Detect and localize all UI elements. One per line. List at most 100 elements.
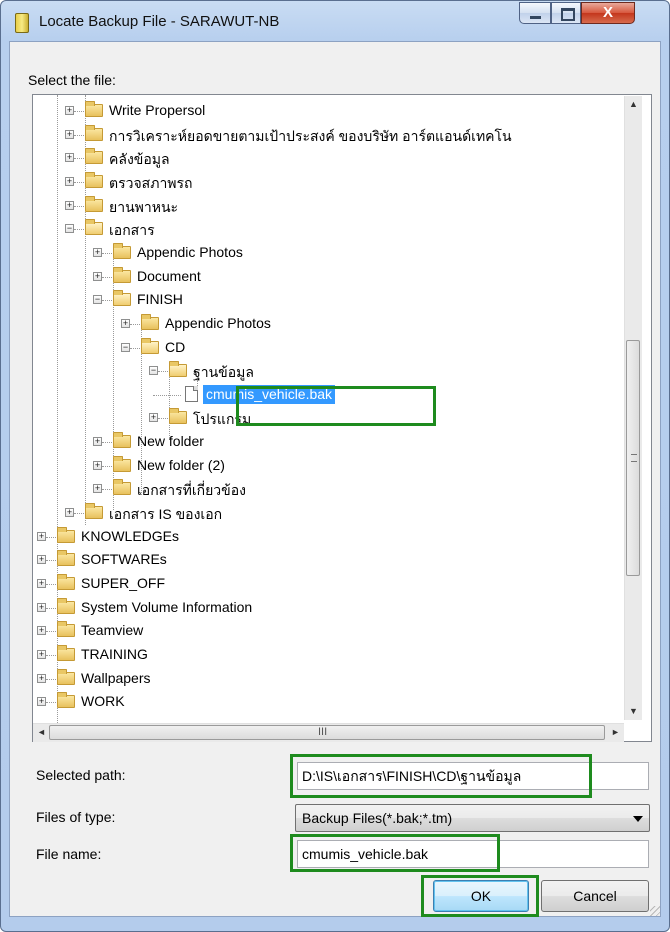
- maximize-icon: [561, 8, 575, 21]
- minimize-button[interactable]: [519, 2, 551, 24]
- files-of-type-select[interactable]: Backup Files(*.bak;*.tm): [295, 804, 650, 832]
- expand-icon[interactable]: +: [37, 673, 46, 683]
- scroll-left-icon[interactable]: ◄: [33, 724, 50, 741]
- horizontal-grip-icon: III: [318, 726, 328, 738]
- expand-icon[interactable]: +: [37, 531, 46, 541]
- files-of-type-value: Backup Files(*.bak;*.tm): [302, 810, 453, 826]
- resize-grip[interactable]: [650, 906, 660, 916]
- expand-icon[interactable]: +: [37, 626, 46, 636]
- expand-icon[interactable]: +: [149, 413, 158, 423]
- tree-connector: [74, 111, 84, 112]
- tree-connector: [102, 489, 112, 491]
- folder-icon: [85, 195, 103, 212]
- file-tree[interactable]: + Write Propersol + การวิเคราะห์ยอดขายตามเป…: [32, 94, 652, 742]
- file-name-label: File name:: [36, 846, 102, 862]
- selected-path-field[interactable]: D:\IS\เอกสาร\FINISH\CD\ฐานข้อมูล: [297, 762, 649, 790]
- folder-icon: [113, 242, 131, 259]
- folder-open-icon: [141, 337, 159, 354]
- tree-node-label: SUPER_OFF: [81, 575, 166, 591]
- tree-node-label: ยานพาหนะ: [109, 198, 179, 215]
- tree-node-label: Write Propersol: [109, 102, 206, 118]
- horizontal-scroll-thumb[interactable]: III: [49, 725, 605, 740]
- tree-connector: [46, 607, 56, 609]
- tree-node-label: เอกสาร: [109, 222, 155, 239]
- tree-connector: [102, 442, 112, 444]
- expand-icon[interactable]: +: [65, 200, 74, 210]
- close-button[interactable]: X: [581, 2, 635, 24]
- expand-icon[interactable]: +: [65, 129, 74, 139]
- folder-icon: [113, 266, 131, 283]
- expand-icon[interactable]: +: [37, 649, 46, 659]
- folder-icon: [57, 692, 75, 709]
- folder-open-icon: [113, 290, 131, 307]
- tree-connector: [46, 584, 56, 585]
- expand-icon[interactable]: +: [93, 271, 102, 281]
- folder-icon: [57, 526, 75, 543]
- tree-node-label: TRAINING: [81, 645, 148, 662]
- ok-button[interactable]: OK: [433, 880, 529, 912]
- tree-node-label: SOFTWAREs: [81, 551, 167, 568]
- maximize-button[interactable]: [551, 2, 581, 24]
- expand-icon[interactable]: +: [121, 318, 130, 328]
- tree-node-label: โปรแกรม: [193, 411, 252, 428]
- folder-icon: [141, 313, 159, 330]
- expand-icon[interactable]: +: [65, 153, 74, 163]
- tree-node-label[interactable]: cmumis_vehicle.bak: [203, 384, 336, 404]
- scroll-up-icon[interactable]: ▲: [625, 96, 642, 113]
- folder-icon: [57, 621, 75, 638]
- tree-node-label: Appendic Photos: [137, 243, 243, 260]
- tree-node-label: เอกสาร IS ของเอก: [109, 506, 223, 523]
- tree-node-label: Wallpapers: [81, 669, 151, 686]
- tree-node-label: เอกสารที่เกี่ยวข้อง: [137, 482, 246, 499]
- folder-icon: [85, 171, 103, 188]
- tree-connector: [158, 418, 168, 420]
- tree-node-label: Teamview: [81, 622, 144, 639]
- collapse-icon[interactable]: −: [121, 342, 130, 352]
- scroll-right-icon[interactable]: ►: [607, 724, 624, 741]
- expand-icon[interactable]: +: [37, 555, 46, 565]
- tree-connector: [130, 347, 140, 349]
- expand-icon[interactable]: +: [93, 484, 102, 494]
- vertical-scrollbar[interactable]: ▲ ▼: [624, 96, 642, 720]
- expand-icon[interactable]: +: [37, 602, 46, 612]
- vertical-scroll-thumb[interactable]: [626, 340, 640, 576]
- file-icon: [185, 385, 198, 402]
- folder-icon: [57, 597, 75, 614]
- expand-icon[interactable]: +: [93, 437, 102, 447]
- expand-icon[interactable]: +: [37, 579, 46, 588]
- tree-node-label: Document: [137, 267, 201, 284]
- title-bar[interactable]: Locate Backup File - SARAWUT-NB X: [1, 1, 669, 41]
- scroll-down-icon[interactable]: ▼: [625, 703, 642, 720]
- cancel-button[interactable]: Cancel: [541, 880, 649, 912]
- grip-icon: [631, 454, 637, 462]
- folder-icon: [85, 124, 103, 141]
- tree-node-label: CD: [165, 338, 186, 355]
- tree-node-label: ตรวจสภาพรถ: [109, 174, 193, 191]
- collapse-icon[interactable]: −: [149, 366, 158, 376]
- folder-icon: [85, 503, 103, 520]
- expand-icon[interactable]: +: [65, 106, 74, 115]
- horizontal-scrollbar[interactable]: ◄ III ►: [33, 723, 624, 742]
- tree-node-label: New folder: [137, 433, 204, 450]
- tree-node-label: System Volume Information: [81, 598, 253, 615]
- window-title: Locate Backup File - SARAWUT-NB: [39, 13, 280, 30]
- collapse-icon[interactable]: −: [93, 295, 102, 305]
- folder-icon: [169, 408, 187, 425]
- tree-node-label: Appendic Photos: [165, 314, 271, 331]
- expand-icon[interactable]: +: [93, 247, 102, 257]
- expand-icon[interactable]: +: [93, 460, 102, 470]
- tree-node-label: FINISH: [137, 291, 183, 308]
- expand-icon[interactable]: +: [65, 508, 74, 518]
- collapse-icon[interactable]: −: [65, 224, 74, 234]
- file-name-field[interactable]: cmumis_vehicle.bak: [297, 840, 649, 868]
- tree-connector: [74, 205, 84, 207]
- folder-icon: [57, 574, 75, 590]
- tree-connector: [46, 702, 56, 704]
- files-of-type-label: Files of type:: [36, 809, 116, 825]
- expand-icon[interactable]: +: [65, 176, 74, 186]
- tree-connector: [46, 654, 56, 656]
- folder-icon: [57, 550, 75, 567]
- tree-connector: [46, 678, 56, 680]
- folder-icon: [113, 479, 131, 496]
- expand-icon[interactable]: +: [37, 697, 46, 707]
